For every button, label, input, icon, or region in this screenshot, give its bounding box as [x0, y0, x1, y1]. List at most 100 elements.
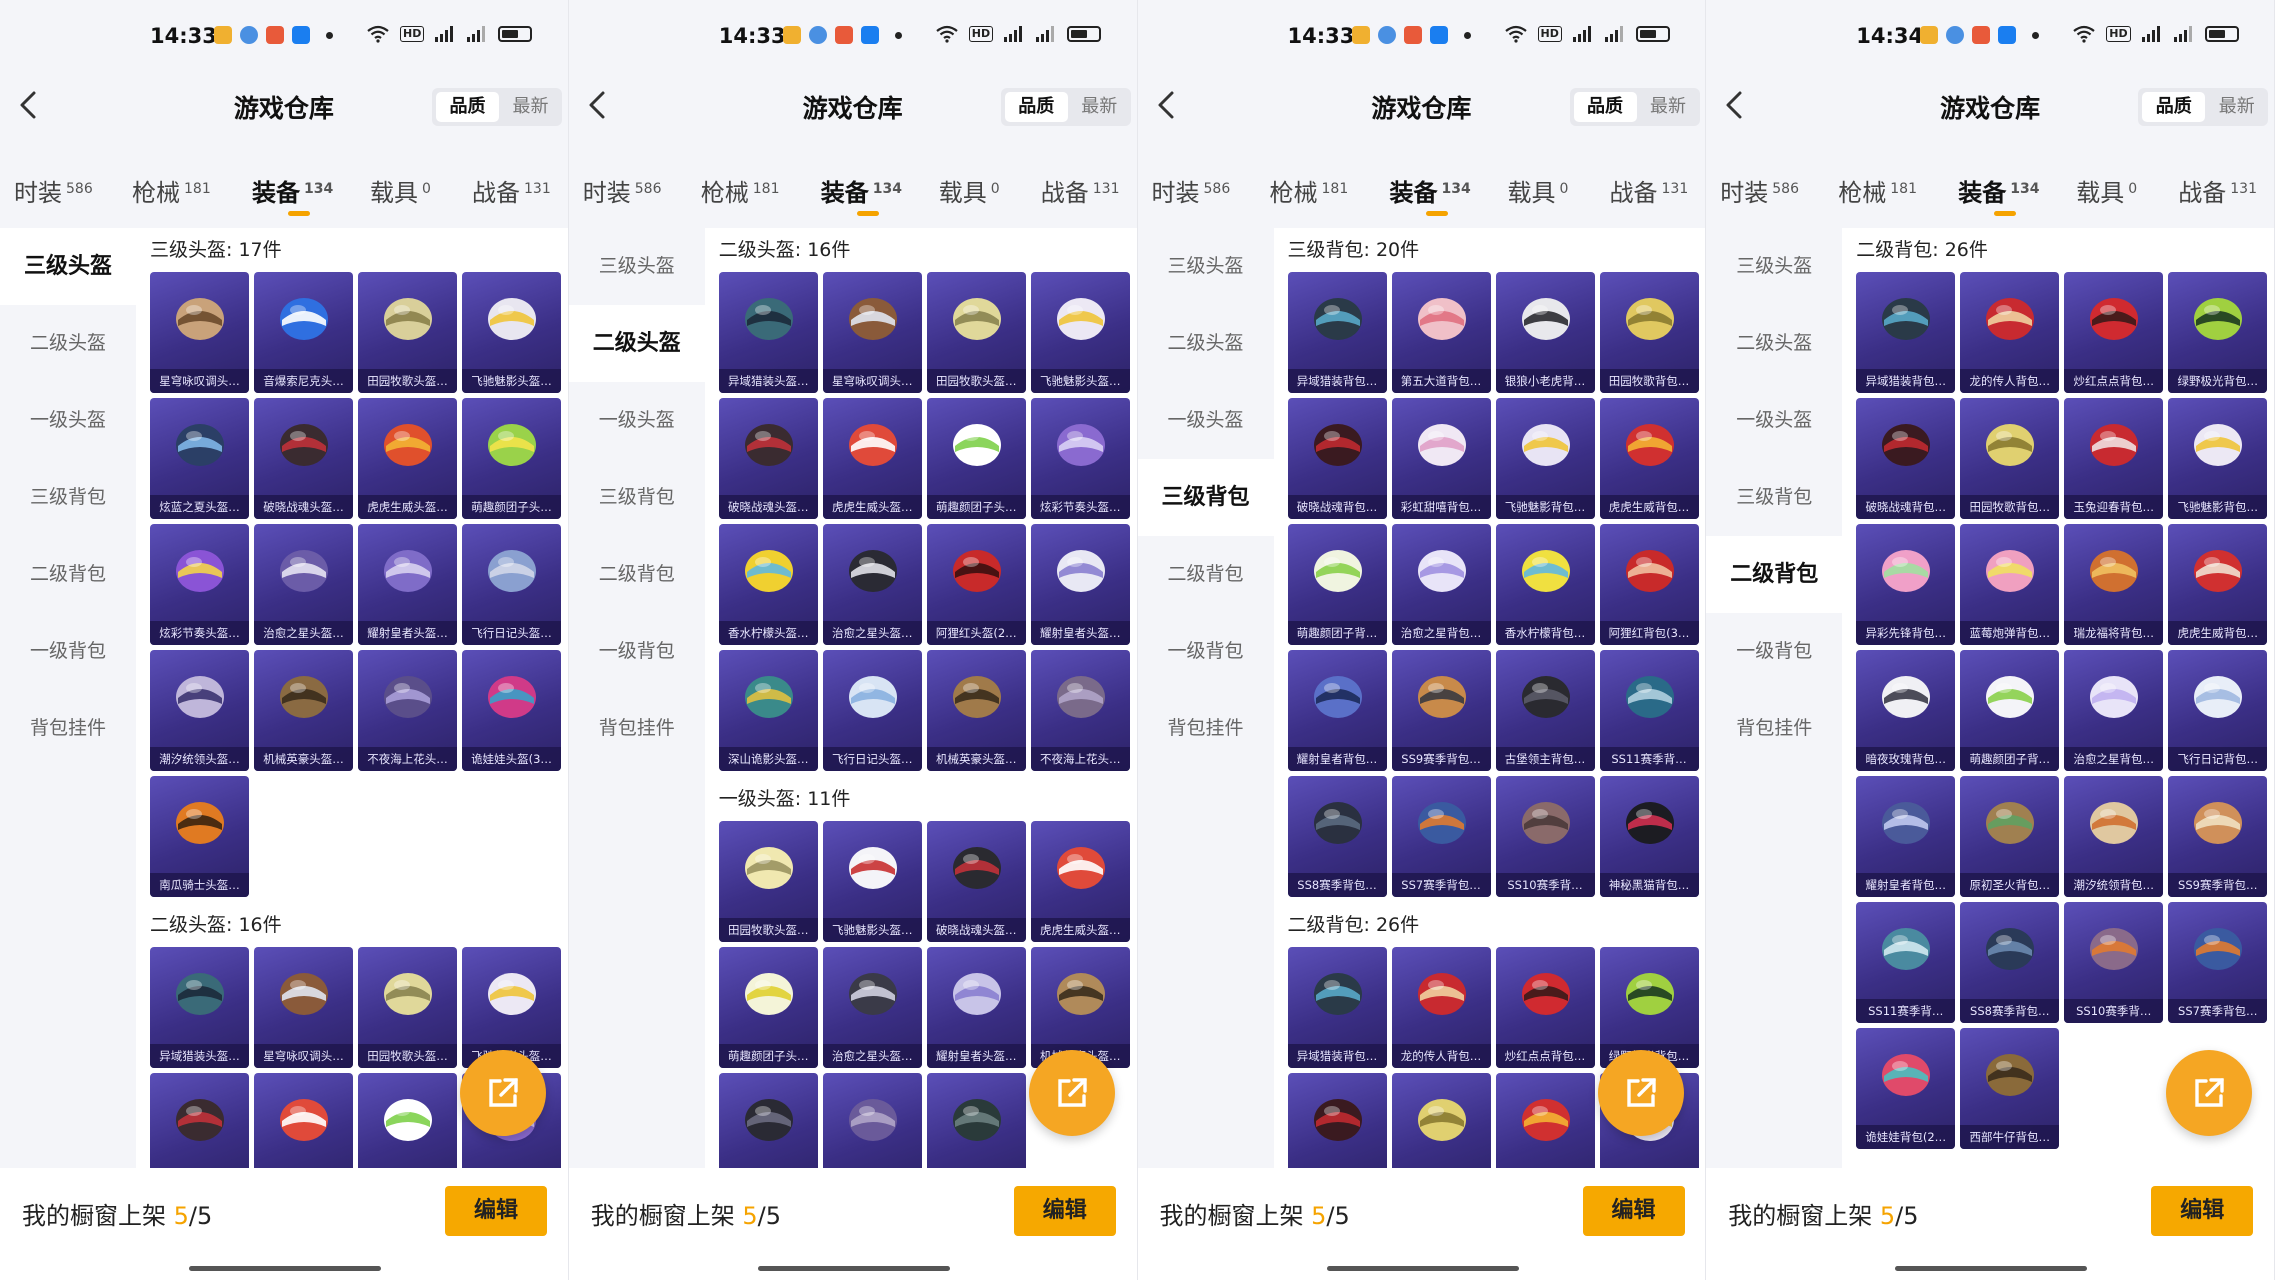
item-grid-panel[interactable]: 二级背包: 26件 异域猎装背包… 龙的传人背包… 炒红点点背包… 绿野极光背包… 破晓战… [1842, 228, 2275, 1168]
tab-3[interactable]: 载具 0 [2076, 173, 2137, 208]
item-card[interactable]: 虎虎生威头盔… [1030, 821, 1130, 942]
item-card[interactable]: 异彩先锋背包… [1856, 524, 1956, 645]
item-card[interactable]: 龙的传人背包… [1960, 272, 2060, 393]
edit-button[interactable]: 编辑 [1582, 1186, 1685, 1236]
item-card[interactable]: 机械英豪头盔… [254, 650, 353, 771]
item-grid-panel[interactable]: 三级头盔: 17件 星穹咏叹调头… 音爆索尼克头… 田园牧歌头盔… 飞驰魅影头盔… 炫蓝之… [136, 228, 568, 1168]
item-card[interactable]: 萌趣颜团子头… [358, 1073, 457, 1168]
tab-4[interactable]: 战备 131 [2178, 173, 2257, 208]
item-grid-panel[interactable]: 三级背包: 20件 异域猎装背包… 第五大道背包… 银狼小老虎背… 田园牧歌背包… 破晓战… [1273, 228, 1706, 1168]
item-card[interactable]: 阿狸红背包(3… [1599, 524, 1699, 645]
tab-2[interactable]: 装备 134 [1390, 173, 1471, 208]
item-card[interactable]: 破晓战魂头盔… [150, 1073, 249, 1168]
sidebar-item[interactable]: 一级头盔 [1138, 382, 1274, 459]
tab-0[interactable]: 时装 586 [1152, 173, 1231, 208]
edit-button[interactable]: 编辑 [445, 1186, 547, 1236]
tab-4[interactable]: 战备 131 [1610, 173, 1689, 208]
item-card[interactable]: 不夜海上花头… [358, 650, 457, 771]
item-card[interactable]: 飞行日记头盔… [462, 524, 561, 645]
item-card[interactable]: 异域猎装背包… [1856, 272, 1956, 393]
item-card[interactable]: 虎虎生威背包… [1599, 398, 1699, 519]
item-card[interactable]: SS8赛季背包… [1960, 902, 2060, 1023]
item-card[interactable]: 飞驰魅影头盔… [462, 272, 561, 393]
tab-1[interactable]: 枪械 181 [132, 173, 211, 208]
sidebar-item[interactable]: 背包挂件 [0, 690, 136, 767]
item-card[interactable]: 破晓战魂背包… [1287, 1073, 1387, 1168]
home-indicator[interactable] [757, 1266, 950, 1271]
item-card[interactable]: 不夜海上花头… [822, 1073, 922, 1168]
tab-3[interactable]: 载具 0 [939, 173, 1000, 208]
item-card[interactable]: 破晓战魂头盔… [254, 398, 353, 519]
item-card[interactable]: 虎虎生威头盔… [358, 398, 457, 519]
item-card[interactable]: 破晓战魂头盔… [926, 821, 1026, 942]
sort-quality-button[interactable]: 品质 [1004, 92, 1068, 122]
item-card[interactable]: 异域猎装头盔… [926, 1073, 1026, 1168]
item-card[interactable]: 彩虹甜嘻背包… [1391, 398, 1491, 519]
item-card[interactable]: 萌趣颜团子背… [1287, 524, 1387, 645]
item-card[interactable]: 治愈之星背包… [2064, 650, 2164, 771]
sort-latest-button[interactable]: 最新 [1068, 92, 1131, 122]
edit-button[interactable]: 编辑 [1013, 1186, 1116, 1236]
sidebar-item[interactable]: 三级背包 [0, 459, 136, 536]
item-card[interactable]: SS11赛季背… [1599, 650, 1699, 771]
item-card[interactable]: 星穹咏叹调头… [822, 272, 922, 393]
share-button[interactable] [2166, 1050, 2253, 1136]
item-card[interactable]: 虎虎生威头盔… [254, 1073, 353, 1168]
sidebar-item[interactable]: 背包挂件 [569, 690, 705, 767]
sidebar-item[interactable]: 一级背包 [569, 613, 705, 690]
edit-button[interactable]: 编辑 [2151, 1186, 2254, 1236]
sidebar-item[interactable]: 一级背包 [1138, 613, 1274, 690]
sidebar-item[interactable]: 二级背包 [1138, 536, 1274, 613]
item-card[interactable]: 耀射皇者背包… [1287, 650, 1387, 771]
item-card[interactable]: 异域猎装背包… [1287, 947, 1387, 1068]
tab-4[interactable]: 战备 131 [472, 173, 551, 208]
item-card[interactable]: 耀射皇者头盔… [926, 947, 1026, 1068]
tab-0[interactable]: 时装 586 [1720, 173, 1799, 208]
sort-latest-button[interactable]: 最新 [499, 92, 562, 122]
item-card[interactable]: 萌趣颜团子背… [1960, 650, 2060, 771]
item-card[interactable]: 龙的传人背包… [1391, 947, 1491, 1068]
tab-2[interactable]: 装备 134 [1958, 173, 2039, 208]
item-card[interactable]: 田园牧歌头盔… [358, 272, 457, 393]
item-card[interactable]: 不夜海上花头… [1030, 650, 1130, 771]
tab-0[interactable]: 时装 586 [583, 173, 662, 208]
item-card[interactable]: 虎虎生威背包… [1495, 1073, 1595, 1168]
item-card[interactable]: 异域猎装头盔… [718, 272, 818, 393]
item-card[interactable]: 虎虎生威背包… [2168, 524, 2268, 645]
sidebar-item[interactable]: 三级头盔 [569, 228, 705, 305]
tab-2[interactable]: 装备 134 [252, 173, 333, 208]
item-card[interactable]: 潮汐统领头盔… [150, 650, 249, 771]
sidebar-item[interactable]: 三级背包 [1137, 459, 1274, 536]
sidebar-item[interactable]: 背包挂件 [1706, 690, 1842, 767]
share-button[interactable] [1028, 1050, 1115, 1136]
item-card[interactable]: 炒红点点背包… [1495, 947, 1595, 1068]
item-card[interactable]: 飞驰魅影头盔… [462, 947, 561, 1068]
sidebar-item[interactable]: 二级头盔 [1706, 305, 1842, 382]
item-card[interactable]: 耀射皇者头盔… [358, 524, 457, 645]
item-card[interactable]: 飞行日记头盔… [822, 650, 922, 771]
item-card[interactable]: 萌趣颜团子头… [462, 398, 561, 519]
item-card[interactable]: 原初圣火背包… [1960, 776, 2060, 897]
item-card[interactable]: 诡娃娃头盔(3… [462, 650, 561, 771]
item-card[interactable]: SS7赛季背包… [2168, 902, 2268, 1023]
item-card[interactable]: 炒红点点背包… [2064, 272, 2164, 393]
item-grid-panel[interactable]: 二级头盔: 16件 异域猎装头盔… 星穹咏叹调头… 田园牧歌头盔… 飞驰魅影头盔… 破晓战… [704, 228, 1137, 1168]
sidebar-item[interactable]: 一级背包 [1706, 613, 1842, 690]
item-card[interactable]: 星穹咏叹调头… [254, 947, 353, 1068]
sidebar-item[interactable]: 二级背包 [569, 536, 705, 613]
item-card[interactable]: 古堡领主背包… [1495, 650, 1595, 771]
item-card[interactable]: 南瓜骑士头盔… [150, 776, 249, 897]
item-card[interactable]: 炫彩节奏头盔… [150, 524, 249, 645]
item-card[interactable]: 炫彩节奏头盔… [1030, 398, 1130, 519]
home-indicator[interactable] [1326, 1266, 1519, 1271]
item-card[interactable]: 阿狸红头盔(2… [926, 524, 1026, 645]
sidebar-item[interactable]: 三级背包 [1706, 459, 1842, 536]
item-card[interactable]: 破晓战魂背包… [1287, 398, 1387, 519]
sidebar-item[interactable]: 三级头盔 [1706, 228, 1842, 305]
tab-1[interactable]: 枪械 181 [1270, 173, 1349, 208]
tab-1[interactable]: 枪械 181 [1838, 173, 1917, 208]
item-card[interactable]: 异域猎装背包… [1287, 272, 1387, 393]
tab-4[interactable]: 战备 131 [1041, 173, 1120, 208]
tab-3[interactable]: 载具 0 [370, 173, 431, 208]
item-card[interactable]: 潮汐统领背包… [2064, 776, 2164, 897]
